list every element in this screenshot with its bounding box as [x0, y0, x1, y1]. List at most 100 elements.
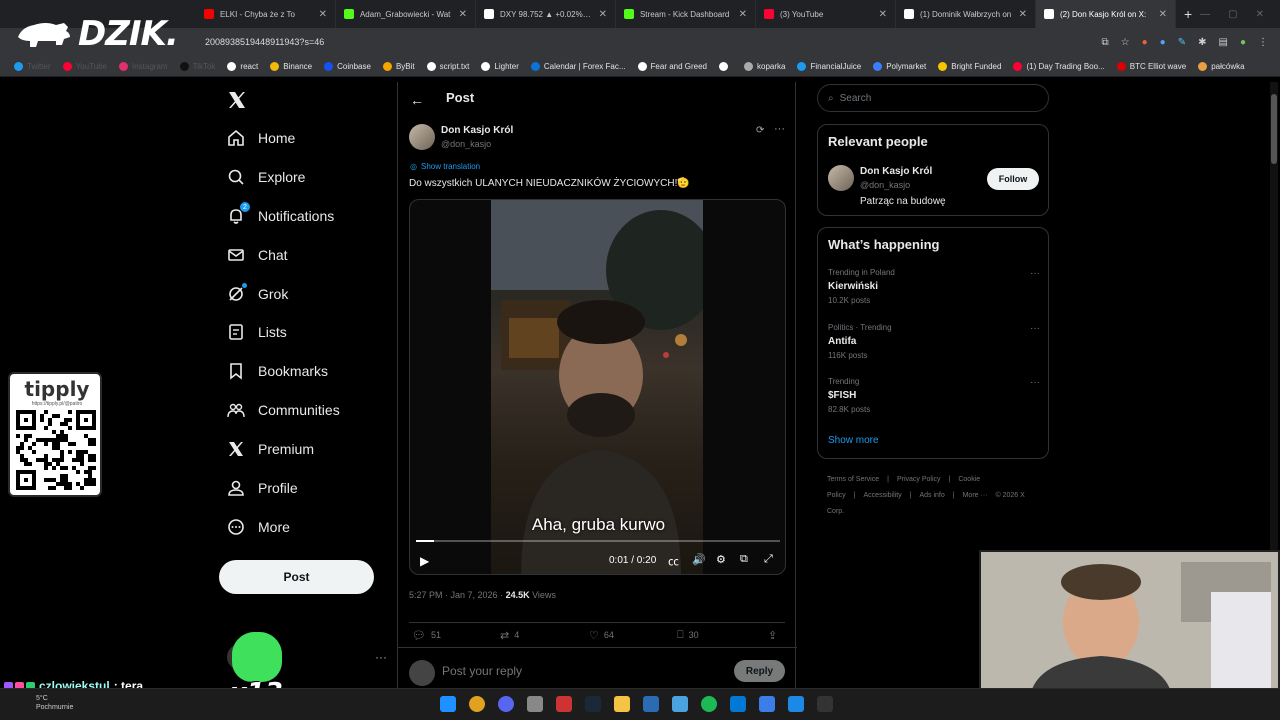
- steam-icon[interactable]: [585, 696, 601, 712]
- nav-item-bookmarks[interactable]: Bookmarks: [227, 359, 328, 383]
- bookmark-item[interactable]: ByBit: [377, 61, 421, 71]
- reply-action[interactable]: 💬︎ 51: [412, 627, 441, 643]
- nav-item-grok[interactable]: Grok: [227, 282, 288, 306]
- start-icon[interactable]: [440, 696, 456, 712]
- tab-close-icon[interactable]: ✕: [879, 9, 887, 20]
- app-icon[interactable]: [527, 696, 543, 712]
- nav-item-profile[interactable]: Profile: [227, 476, 298, 500]
- bookmark-item[interactable]: BTC Elliot wave: [1111, 61, 1192, 71]
- weather-widget[interactable]: 5°C Pochmurnie: [36, 694, 73, 712]
- share-action[interactable]: ⇪: [768, 627, 777, 643]
- pip-icon[interactable]: ⧉: [740, 553, 748, 566]
- browser-menu-icon[interactable]: ⋮: [1258, 37, 1268, 48]
- bookmark-item[interactable]: script.txt: [421, 61, 476, 71]
- relevant-name[interactable]: Don Kasjo Król: [860, 166, 932, 177]
- browser-tab[interactable]: DXY 98.752 ▲ +0.02% Be ✕: [476, 0, 616, 28]
- trend-more-icon[interactable]: ···: [1030, 377, 1040, 388]
- trend-more-icon[interactable]: ···: [1030, 323, 1040, 334]
- x-logo-icon[interactable]: [227, 90, 247, 110]
- trend-item[interactable]: Trending $FISH 82.8K posts ···: [828, 377, 1040, 421]
- star-icon[interactable]: ☆: [1121, 37, 1130, 48]
- relevant-avatar[interactable]: [828, 165, 854, 191]
- nav-item-communities[interactable]: Communities: [227, 398, 340, 422]
- app-icon[interactable]: [788, 696, 804, 712]
- spotify-icon[interactable]: [701, 696, 717, 712]
- extension-blue-icon[interactable]: ●: [1160, 37, 1166, 48]
- show-more-link[interactable]: Show more: [828, 435, 879, 446]
- footer-link[interactable]: Ads info: [919, 492, 944, 499]
- browser-tab[interactable]: (3) YouTube ✕: [756, 0, 896, 28]
- bookmark-item[interactable]: Calendar | Forex Fac...: [525, 61, 632, 71]
- nav-item-home[interactable]: Home: [227, 126, 295, 150]
- bookmark-item[interactable]: Twitter: [8, 61, 57, 71]
- cast-icon[interactable]: ⧉: [1102, 37, 1109, 48]
- browser-tab[interactable]: ELKI - Chyba że z To ✕: [196, 0, 336, 28]
- repost-action[interactable]: ⇄ 4: [500, 627, 519, 643]
- close-window-icon[interactable]: ✕: [1256, 9, 1264, 20]
- show-translation-link[interactable]: ◎ Show translation: [410, 162, 480, 171]
- maximize-icon[interactable]: ▢: [1228, 9, 1237, 20]
- like-action[interactable]: ♡ 64: [589, 627, 614, 643]
- nav-item-notifications[interactable]: 2 Notifications: [227, 202, 334, 228]
- timestamp-text[interactable]: 5:27 PM · Jan 7, 2026 ·: [409, 590, 506, 600]
- extension-translate-icon[interactable]: ✎: [1178, 37, 1186, 48]
- bookmark-action[interactable]: ⎕ 30: [677, 627, 699, 643]
- bookmark-item[interactable]: koparka: [738, 61, 791, 71]
- obs-icon[interactable]: [556, 696, 572, 712]
- nav-item-chat[interactable]: Chat: [227, 243, 288, 267]
- app-icon[interactable]: [730, 696, 746, 712]
- bookmark-item[interactable]: (1) Day Trading Boo...: [1007, 61, 1110, 71]
- video-player[interactable]: Aha, gruba kurwo ▶ 0:01 / 0:20 ㏄ 🔊 ⚙ ⧉ ⤢: [409, 199, 786, 575]
- tab-close-icon[interactable]: ✕: [1159, 9, 1167, 20]
- footer-link[interactable]: Terms of Service: [827, 476, 879, 483]
- trend-item[interactable]: Politics · Trending Antifa 116K posts ···: [828, 323, 1040, 367]
- browser-tab[interactable]: (2) Don Kasjo Król on X: ✕: [1035, 0, 1176, 28]
- post-more-icon[interactable]: ···: [774, 123, 785, 135]
- reply-input[interactable]: Post your reply: [442, 664, 522, 678]
- chrome-icon[interactable]: [469, 696, 485, 712]
- footer-link[interactable]: Privacy Policy: [897, 476, 941, 483]
- bookmark-item[interactable]: pałcówka: [1192, 61, 1250, 71]
- back-arrow-icon[interactable]: ←: [410, 92, 424, 108]
- tab-close-icon[interactable]: ✕: [739, 9, 747, 20]
- video-progress-track[interactable]: [416, 540, 780, 542]
- tab-close-icon[interactable]: ✕: [319, 9, 327, 20]
- browser-tab[interactable]: (1) Dominik Wałbrzych on ✕: [896, 0, 1036, 28]
- reply-button[interactable]: Reply: [734, 660, 785, 682]
- bookmark-item[interactable]: TikTok: [174, 61, 222, 71]
- minimize-icon[interactable]: —: [1200, 9, 1210, 20]
- bookmark-item[interactable]: FinancialJuice: [791, 61, 867, 71]
- sidebar-icon[interactable]: ▤: [1219, 37, 1228, 48]
- play-icon[interactable]: ▶: [420, 554, 429, 568]
- nav-item-lists[interactable]: Lists: [227, 320, 287, 344]
- app-icon[interactable]: [672, 696, 688, 712]
- trend-item[interactable]: Trending in Poland Kierwiński 10.2K posts ·…: [828, 268, 1040, 312]
- notepad-icon[interactable]: [759, 696, 775, 712]
- footer-link[interactable]: More ···: [963, 492, 988, 499]
- settings-gear-icon[interactable]: ⚙: [716, 553, 726, 566]
- new-tab-button[interactable]: +: [1176, 6, 1200, 22]
- tab-close-icon[interactable]: ✕: [1019, 9, 1027, 20]
- bookmark-item[interactable]: Lighter: [475, 61, 524, 71]
- author-name[interactable]: Don Kasjo Król: [441, 125, 513, 136]
- profile-avatar-icon[interactable]: ●: [1240, 37, 1246, 48]
- nav-item-explore[interactable]: Explore: [227, 165, 305, 189]
- extensions-puzzle-icon[interactable]: ✱: [1198, 37, 1206, 48]
- grok-icon[interactable]: ⟳: [756, 125, 764, 136]
- author-avatar[interactable]: [409, 124, 435, 150]
- app-icon[interactable]: [643, 696, 659, 712]
- post-button[interactable]: Post: [219, 560, 374, 594]
- bookmark-item[interactable]: Fear and Greed: [632, 61, 713, 71]
- relevant-handle[interactable]: @don_kasjo: [860, 180, 910, 190]
- terminal-icon[interactable]: [817, 696, 833, 712]
- discord-icon[interactable]: [498, 696, 514, 712]
- author-handle[interactable]: @don_kasjo: [441, 139, 491, 149]
- url-field[interactable]: 2008938519448911943?s=46: [205, 37, 324, 47]
- bookmark-item[interactable]: Polymarket: [867, 61, 932, 71]
- footer-link[interactable]: Accessibility: [864, 492, 902, 499]
- folder-icon[interactable]: [614, 696, 630, 712]
- nav-item-premium[interactable]: Premium: [227, 437, 314, 461]
- bookmark-item[interactable]: Bright Funded: [932, 61, 1007, 71]
- bookmark-item[interactable]: Coinbase: [318, 61, 377, 71]
- bookmark-item[interactable]: Instagram: [113, 61, 174, 71]
